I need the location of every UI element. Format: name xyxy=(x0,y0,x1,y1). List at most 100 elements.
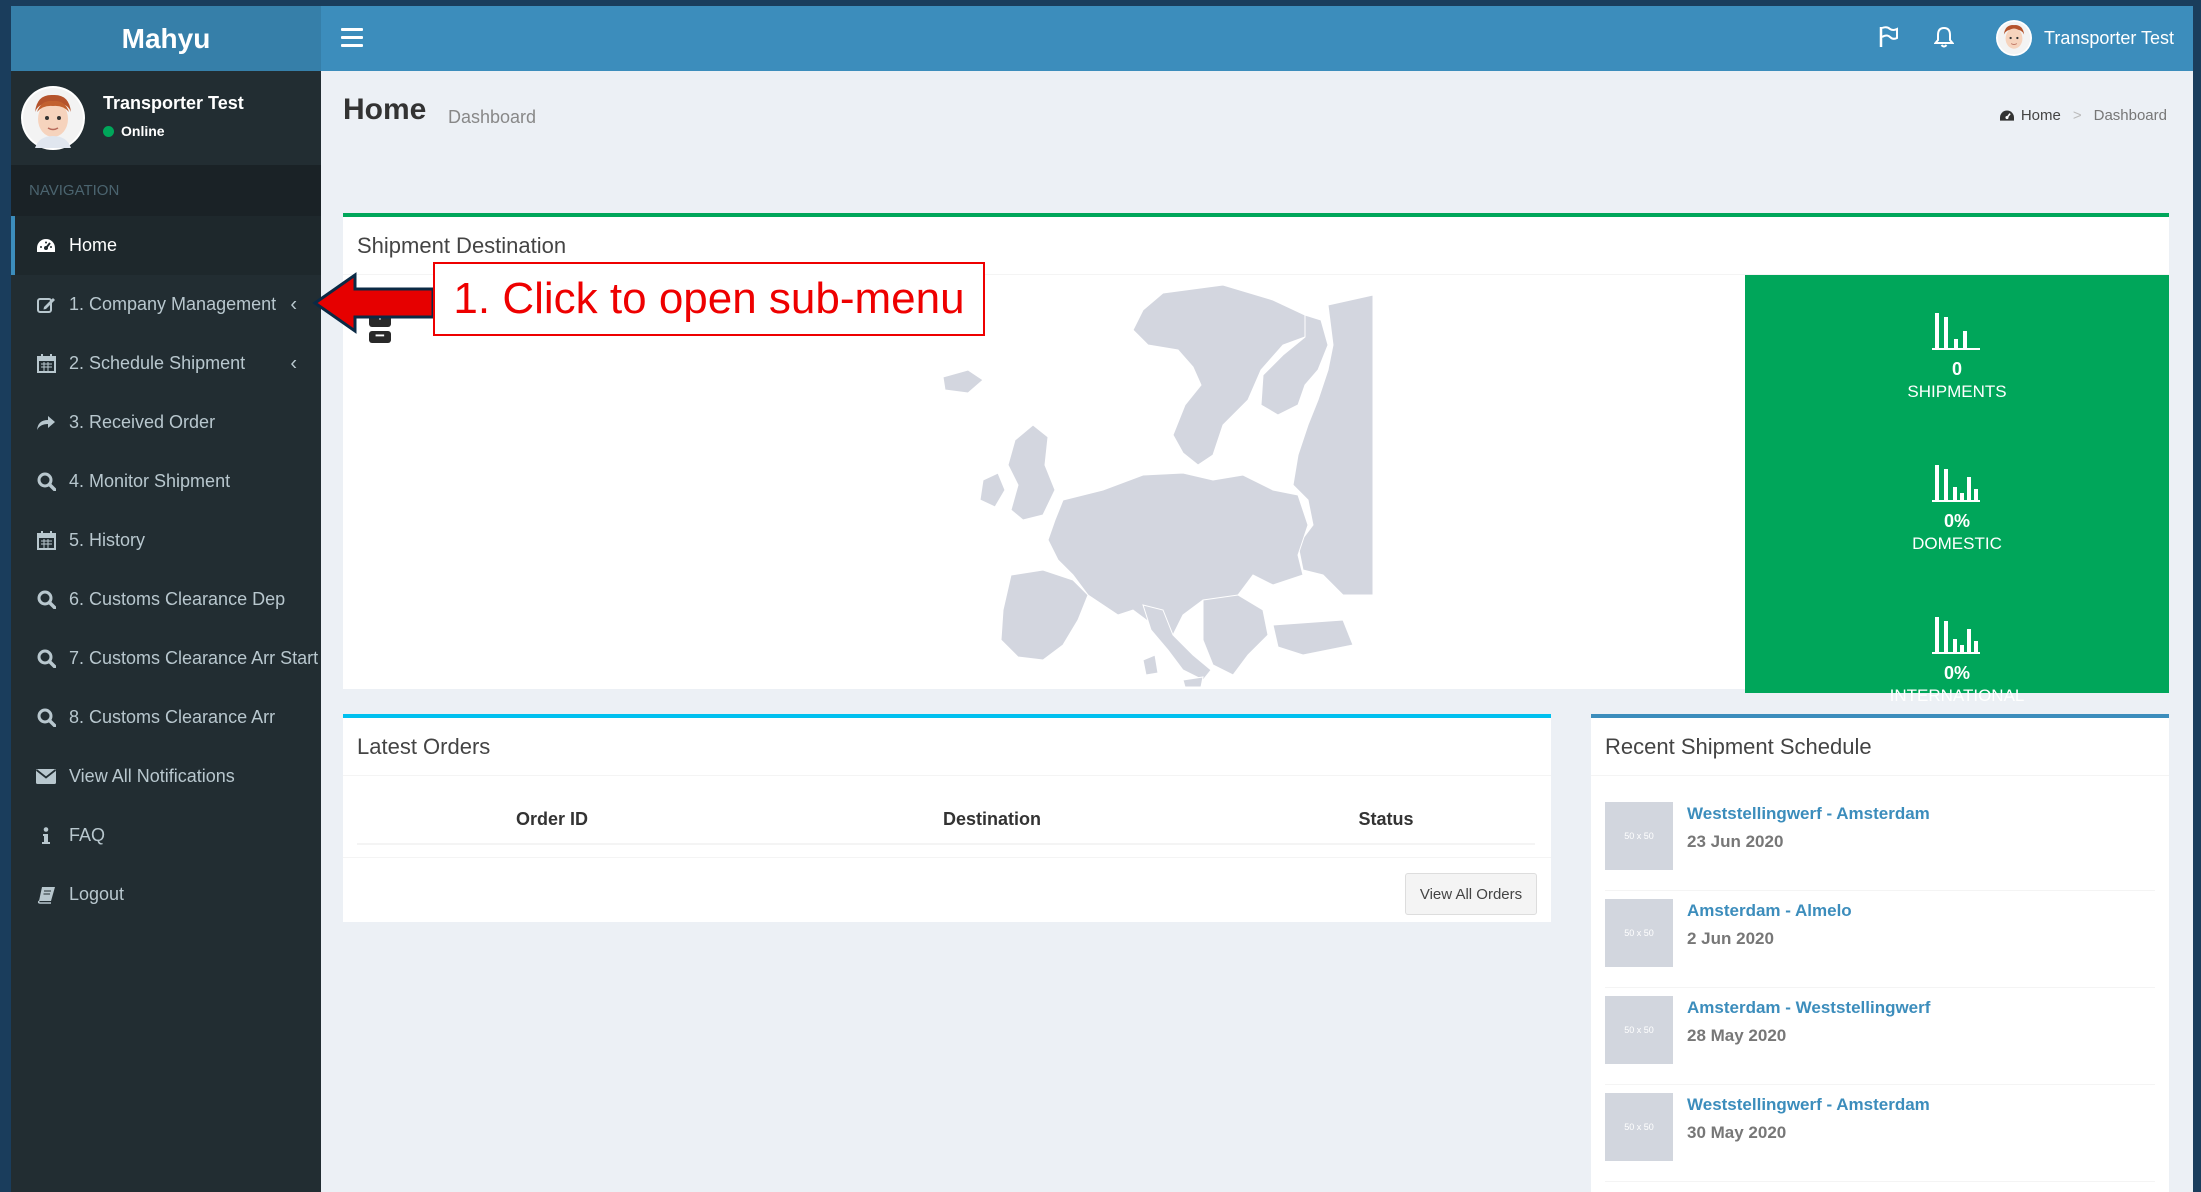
thumbnail-image: 50 x 50 xyxy=(1605,996,1673,1064)
latest-orders-box: Latest Orders Order ID Destination Statu… xyxy=(343,714,1551,922)
chevron-left-icon: ‹ xyxy=(290,293,297,315)
user-status-label: Online xyxy=(121,123,165,139)
sidebar-item-label: View All Notifications xyxy=(69,766,235,786)
search-icon xyxy=(35,707,57,729)
stat-label: SHIPMENTS xyxy=(1907,382,2007,401)
bar-chart-icon xyxy=(1932,617,1980,654)
stat-value: 0 xyxy=(1951,359,1962,379)
column-header-order-id: Order ID xyxy=(515,809,589,829)
sidebar-item-label: 6. Customs Clearance Dep xyxy=(69,589,286,609)
bar-chart-icon xyxy=(1932,313,1980,350)
sidebar-item-label: 1. Company Management xyxy=(69,294,277,314)
list-item: 50 x 50 Amsterdam - Almelo 2 Jun 2020 xyxy=(1605,891,2155,988)
schedule-route-link[interactable]: Weststellingwerf - Amsterdam xyxy=(1687,1095,1930,1115)
schedule-date: 23 Jun 2020 xyxy=(1687,832,1784,851)
flag-icon[interactable] xyxy=(1879,26,1899,53)
bell-icon[interactable] xyxy=(1933,26,1955,53)
user-name: Transporter Test xyxy=(103,93,244,113)
europe-map[interactable]: + − xyxy=(343,275,1743,689)
sidebar-item-label: Home xyxy=(69,235,118,255)
shipment-stats-panel: 0 SHIPMENTS 0% DOMESTIC 0% INTERNATIONAL xyxy=(1745,275,2169,705)
envelope-icon xyxy=(35,766,57,788)
share-icon xyxy=(35,412,57,434)
stat-value: 0% xyxy=(1943,511,1970,531)
book-icon xyxy=(35,884,57,906)
sidebar-item-received-order[interactable]: 3. Received Order xyxy=(11,393,321,452)
stat-domestic: 0% DOMESTIC xyxy=(1745,463,2169,554)
page-subtitle: Dashboard xyxy=(448,107,537,127)
sidebar-item-notifications[interactable]: View All Notifications xyxy=(11,747,321,806)
page-title: Home xyxy=(343,93,427,126)
user-menu[interactable]: Transporter Test xyxy=(1996,20,2174,56)
box-title: Recent Shipment Schedule xyxy=(1591,718,2169,776)
box-title: Latest Orders xyxy=(343,718,1551,776)
schedule-date: 30 May 2020 xyxy=(1687,1123,1787,1142)
thumbnail-image: 50 x 50 xyxy=(1605,802,1673,870)
arrow-left-icon xyxy=(312,272,435,334)
annotation-callout: 1. Click to open sub-menu xyxy=(433,262,985,336)
schedule-list: 50 x 50 Weststellingwerf - Amsterdam 23 … xyxy=(1605,794,2155,1182)
thumbnail-image: 50 x 50 xyxy=(1605,1093,1673,1161)
view-all-orders-button[interactable]: View All Orders xyxy=(1405,873,1537,915)
sidebar: Transporter Test Online NAVIGATION Home … xyxy=(11,71,321,1192)
user-avatar xyxy=(21,86,85,150)
sidebar-item-history[interactable]: 5. History xyxy=(11,511,321,570)
sidebar-item-company-management[interactable]: 1. Company Management ‹ xyxy=(11,275,321,334)
calendar-icon xyxy=(35,353,57,375)
sidebar-item-monitor-shipment[interactable]: 4. Monitor Shipment xyxy=(11,452,321,511)
brand-logo[interactable]: Mahyu xyxy=(11,6,321,71)
info-icon xyxy=(35,825,57,847)
divider xyxy=(343,857,1551,858)
top-navbar: Transporter Test xyxy=(321,6,2193,71)
sidebar-item-label: 2. Schedule Shipment xyxy=(69,353,246,373)
app-window: Mahyu Transporter Test Online NAVIGATION xyxy=(11,6,2193,1192)
recent-shipment-schedule-box: Recent Shipment Schedule 50 x 50 Westste… xyxy=(1591,714,2169,1192)
sidebar-item-label: 5. History xyxy=(69,530,146,550)
list-item: 50 x 50 Weststellingwerf - Amsterdam 30 … xyxy=(1605,1085,2155,1182)
edit-icon xyxy=(35,294,57,316)
sidebar-toggle-icon[interactable] xyxy=(341,28,363,48)
sidebar-item-customs-clearance-arr-start[interactable]: 7. Customs Clearance Arr Start xyxy=(11,629,321,688)
sidebar-item-logout[interactable]: Logout xyxy=(11,865,321,924)
schedule-route-link[interactable]: Amsterdam - Weststellingwerf xyxy=(1687,998,1930,1018)
dashboard-icon xyxy=(1999,110,2014,121)
search-icon xyxy=(35,648,57,670)
header-user-name: Transporter Test xyxy=(2044,27,2175,48)
dashboard-icon xyxy=(35,235,57,257)
chevron-left-icon: ‹ xyxy=(290,352,297,374)
sidebar-item-label: Logout xyxy=(69,884,125,904)
sidebar-item-customs-clearance-arr[interactable]: 8. Customs Clearance Arr xyxy=(11,688,321,747)
breadcrumb-home-link[interactable]: Home xyxy=(2021,107,2061,124)
list-item: 50 x 50 Amsterdam - Weststellingwerf 28 … xyxy=(1605,988,2155,1085)
search-icon xyxy=(35,589,57,611)
sidebar-item-schedule-shipment[interactable]: 2. Schedule Shipment ‹ xyxy=(11,334,321,393)
table-header-row: Order ID Destination Status xyxy=(357,796,1535,845)
column-header-destination: Destination xyxy=(942,809,1041,829)
user-panel: Transporter Test Online xyxy=(11,71,321,165)
breadcrumb: Home > Dashboard xyxy=(1999,107,2167,124)
sidebar-item-faq[interactable]: FAQ xyxy=(11,806,321,865)
sidebar-item-label: 3. Received Order xyxy=(69,412,216,432)
stat-value: 0% xyxy=(1943,663,1970,683)
schedule-date: 2 Jun 2020 xyxy=(1687,929,1774,948)
orders-table: Order ID Destination Status xyxy=(357,796,1535,845)
user-avatar xyxy=(1996,20,2032,56)
stat-label: DOMESTIC xyxy=(1912,534,2002,553)
map-icon xyxy=(942,284,1374,688)
search-icon xyxy=(35,471,57,493)
schedule-date: 28 May 2020 xyxy=(1687,1026,1787,1045)
sidebar-item-label: 8. Customs Clearance Arr xyxy=(69,707,276,727)
breadcrumb-current: Dashboard xyxy=(2093,107,2167,124)
schedule-route-link[interactable]: Amsterdam - Almelo xyxy=(1687,901,1852,921)
stat-shipments: 0 SHIPMENTS xyxy=(1745,311,2169,402)
sidebar-item-customs-clearance-dep[interactable]: 6. Customs Clearance Dep xyxy=(11,570,321,629)
nav-header: NAVIGATION xyxy=(11,165,321,216)
schedule-route-link[interactable]: Weststellingwerf - Amsterdam xyxy=(1687,804,1930,824)
list-item: 50 x 50 Weststellingwerf - Amsterdam 23 … xyxy=(1605,794,2155,891)
stat-label: INTERNATIONAL xyxy=(1889,686,2025,705)
sidebar-item-label: 7. Customs Clearance Arr Start xyxy=(69,648,319,668)
sidebar-item-label: 4. Monitor Shipment xyxy=(69,471,231,491)
sidebar-item-home[interactable]: Home xyxy=(11,216,321,275)
stat-international: 0% INTERNATIONAL xyxy=(1745,615,2169,706)
thumbnail-image: 50 x 50 xyxy=(1605,899,1673,967)
